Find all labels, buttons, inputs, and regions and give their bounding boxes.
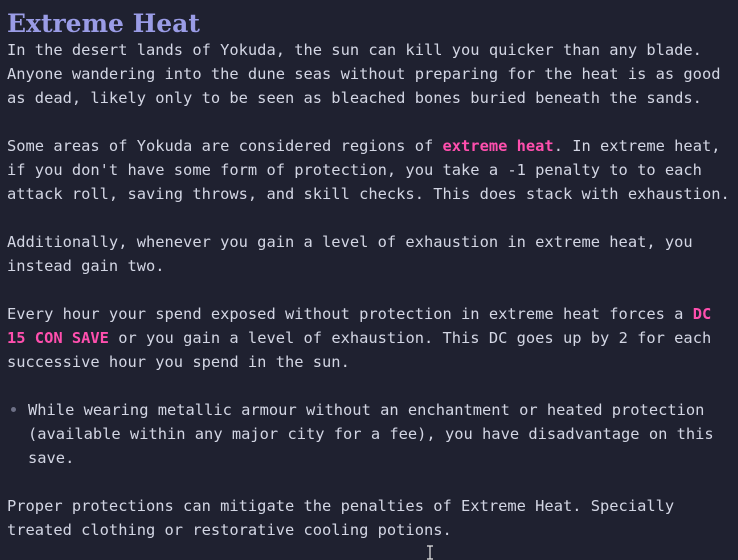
- protections-paragraph: Proper protections can mitigate the pena…: [7, 497, 675, 539]
- page-title: Extreme Heat: [7, 9, 200, 38]
- bullet-icon: [11, 407, 16, 412]
- document-body: Extreme Heat In the desert lands of Yoku…: [7, 8, 731, 560]
- text-segment: or you gain a level of exhaustion. This …: [7, 329, 712, 371]
- list-item-text: While wearing metallic armour without an…: [28, 401, 714, 467]
- text-segment: Some areas of Yokuda are considered regi…: [7, 137, 443, 155]
- list-item: While wearing metallic armour without an…: [7, 398, 731, 470]
- text-cursor-icon: [427, 545, 433, 560]
- exhaustion-paragraph: Additionally, whenever you gain a level …: [7, 233, 693, 275]
- extreme-heat-paragraph: Some areas of Yokuda are considered regi…: [7, 134, 731, 206]
- extreme-heat-keyword: extreme heat: [442, 137, 554, 155]
- con-save-paragraph: Every hour your spend exposed without pr…: [7, 302, 731, 374]
- text-segment: Every hour your spend exposed without pr…: [7, 305, 693, 323]
- intro-paragraph: In the desert lands of Yokuda, the sun c…: [7, 41, 721, 107]
- bullet-list: While wearing metallic armour without an…: [7, 398, 731, 470]
